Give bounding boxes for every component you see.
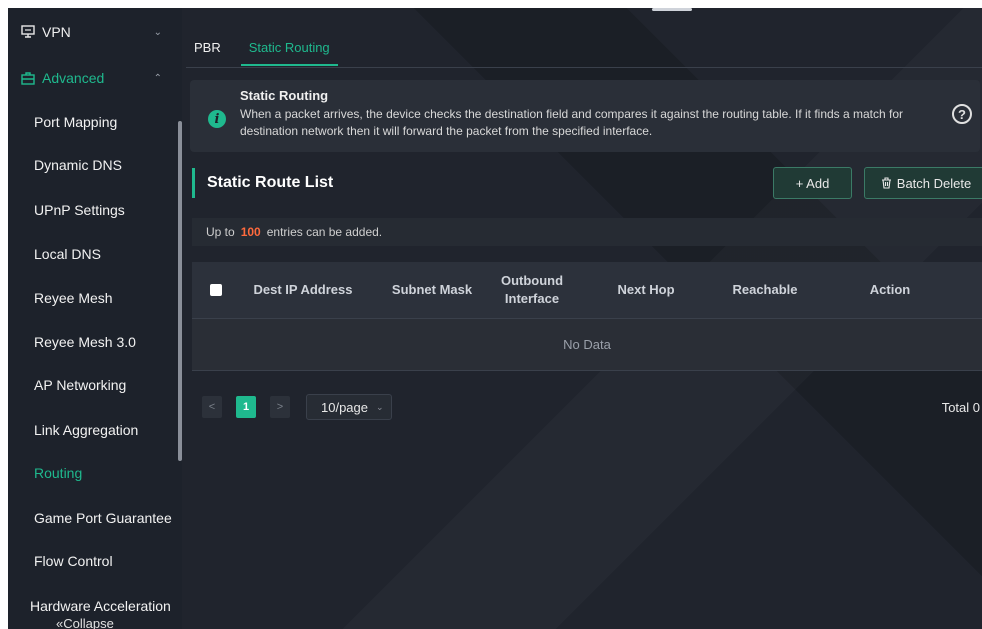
briefcase-icon	[20, 70, 36, 86]
sidebar-group-vpn[interactable]: VPN ⌄	[8, 12, 176, 52]
notice-text: When a packet arrives, the device checks…	[240, 107, 904, 138]
column-header-dest-ip: Dest IP Address	[253, 282, 353, 297]
sidebar-item-label: Hardware Acceleration	[30, 598, 171, 614]
table-empty-row: No Data	[192, 319, 982, 371]
sidebar-item-game-port-guarantee[interactable]: Game Port Guarantee	[8, 498, 176, 538]
info-icon: i	[208, 110, 226, 128]
sidebar-item-local-dns[interactable]: Local DNS	[8, 234, 176, 274]
select-all-checkbox[interactable]	[210, 284, 222, 296]
chevron-down-icon: ⌄	[376, 401, 384, 412]
sidebar-item-label: Flow Control	[34, 553, 113, 569]
add-button[interactable]: + Add	[773, 167, 852, 199]
sidebar-item-label: Dynamic DNS	[34, 157, 122, 173]
main-content: PBR Static Routing i Static Routing When…	[182, 8, 982, 629]
sidebar-item-label: UPnP Settings	[34, 202, 125, 218]
sidebar-item-label: Link Aggregation	[34, 422, 139, 438]
app-frame: VPN ⌄ Advanced ⌃ Port Mapping Dynamic DN…	[8, 8, 982, 629]
empty-text: No Data	[563, 337, 611, 352]
limit-count: 100	[240, 225, 261, 239]
total-count: Total 0	[941, 399, 980, 415]
tab-bar: PBR Static Routing	[186, 36, 982, 68]
page-button-current[interactable]: 1	[236, 396, 256, 418]
sidebar-item-routing[interactable]: Routing	[8, 453, 176, 493]
top-handle	[652, 8, 692, 11]
prev-page-button[interactable]: <	[202, 396, 222, 418]
tab-pbr[interactable]: PBR	[186, 36, 229, 59]
collapse-button[interactable]: «Collapse	[56, 616, 114, 629]
sidebar-group-label: Advanced	[42, 70, 105, 86]
sidebar-item-reyee-mesh[interactable]: Reyee Mesh	[8, 278, 176, 318]
trash-icon	[881, 177, 892, 189]
sidebar-item-label: AP Networking	[34, 377, 127, 393]
sidebar-item-flow-control[interactable]: Flow Control	[8, 541, 176, 581]
column-header-subnet-mask: Subnet Mask	[391, 282, 473, 297]
entry-limit-bar: Up to 100 entries can be added.	[192, 218, 982, 246]
sidebar-item-link-aggregation[interactable]: Link Aggregation	[8, 410, 176, 450]
chevron-down-icon: ⌄	[153, 26, 162, 38]
chevron-up-icon: ⌃	[153, 72, 162, 84]
column-header-next-hop: Next Hop	[617, 282, 675, 297]
monitor-icon	[20, 24, 36, 40]
next-page-button[interactable]: >	[270, 396, 290, 418]
sidebar-item-label: Port Mapping	[34, 114, 118, 130]
tab-static-routing[interactable]: Static Routing	[240, 36, 338, 66]
limit-prefix: Up to	[206, 225, 235, 239]
batch-delete-label: Batch Delete	[896, 175, 972, 191]
sidebar-item-label: Routing	[34, 465, 83, 481]
sidebar-item-upnp-settings[interactable]: UPnP Settings	[8, 190, 176, 230]
sidebar-item-label: Reyee Mesh 3.0	[34, 334, 136, 350]
column-header-reachable: Reachable	[732, 282, 798, 297]
sidebar-group-advanced[interactable]: Advanced ⌃	[8, 58, 176, 98]
info-notice: i Static Routing When a packet arrives, …	[190, 80, 980, 152]
sidebar-item-ap-networking[interactable]: AP Networking	[8, 365, 176, 405]
section-title: Static Route List	[192, 168, 333, 198]
sidebar-item-label: Game Port Guarantee	[34, 510, 172, 526]
column-header-action: Action	[869, 282, 911, 297]
static-route-table: Dest IP Address Subnet Mask Outbound Int…	[192, 262, 982, 371]
sidebar-item-label: Reyee Mesh	[34, 290, 113, 306]
sidebar-group-label: VPN	[42, 24, 71, 40]
page-size-select[interactable]: 10/page ⌄	[306, 394, 392, 420]
notice-title: Static Routing	[240, 88, 329, 103]
sidebar: VPN ⌄ Advanced ⌃ Port Mapping Dynamic DN…	[8, 8, 182, 629]
question-circle-icon[interactable]: ?	[952, 104, 972, 124]
sidebar-item-port-mapping[interactable]: Port Mapping	[8, 102, 176, 142]
sidebar-item-label: Local DNS	[34, 246, 101, 262]
page-size-value: 10/page	[321, 399, 368, 415]
sidebar-item-reyee-mesh-3[interactable]: Reyee Mesh 3.0	[8, 322, 176, 362]
sidebar-item-dynamic-dns[interactable]: Dynamic DNS	[8, 145, 176, 185]
table-header: Dest IP Address Subnet Mask Outbound Int…	[192, 262, 982, 319]
limit-suffix: entries can be added.	[266, 225, 383, 239]
batch-delete-button[interactable]: Batch Delete	[864, 167, 982, 199]
pagination: < 1 > 10/page ⌄ Total 0	[202, 394, 982, 420]
column-header-outbound-interface: Outbound Interface	[500, 273, 564, 306]
